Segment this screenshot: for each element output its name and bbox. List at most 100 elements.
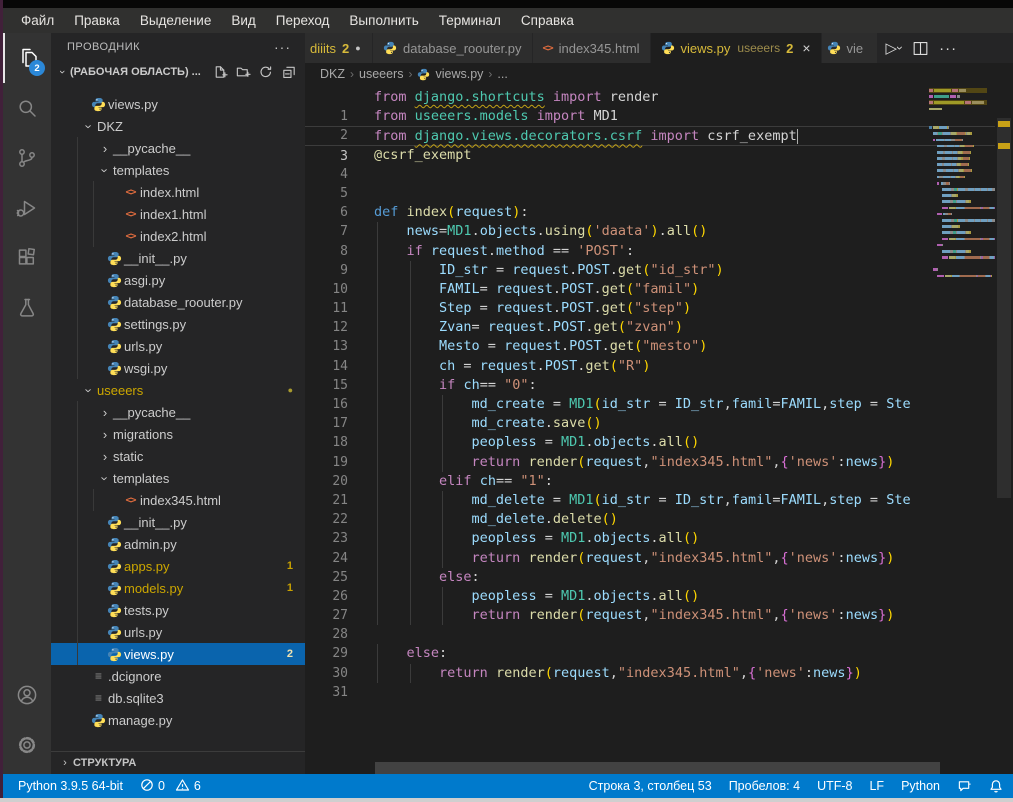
minimap[interactable] — [929, 85, 995, 774]
html-icon: <> — [121, 231, 140, 242]
new-file-icon[interactable] — [212, 64, 228, 80]
feedback-icon[interactable] — [957, 779, 972, 793]
encoding[interactable]: UTF-8 — [817, 779, 852, 793]
menu-item-Вид[interactable]: Вид — [221, 13, 265, 28]
menu-bar: ФайлПравкаВыделениеВидПереходВыполнитьТе… — [3, 8, 1013, 33]
tree-item-templates[interactable]: ›templates — [51, 159, 305, 181]
file-label: index1.html — [140, 207, 206, 222]
split-editor-button[interactable] — [911, 39, 930, 58]
breadcrumb-item-...[interactable]: ... — [497, 67, 507, 81]
tree-item-migrations[interactable]: ›migrations — [51, 423, 305, 445]
file-label: __init__.py — [124, 251, 187, 266]
tree-item-index345.html[interactable]: <>index345.html — [51, 489, 305, 511]
close-icon[interactable]: × — [802, 40, 810, 56]
tree-item-__init__.py[interactable]: __init__.py — [51, 511, 305, 533]
tree-item-index.html[interactable]: <>index.html — [51, 181, 305, 203]
vertical-scrollbar-thumb[interactable] — [997, 118, 1011, 498]
tree-item-apps.py[interactable]: apps.py1 — [51, 555, 305, 577]
chevron-down-icon: › — [97, 163, 113, 178]
more-actions-icon[interactable]: ··· — [939, 40, 957, 57]
problems-indicator[interactable]: 0 6 — [140, 778, 201, 795]
explorer-icon[interactable]: 2 — [3, 33, 53, 83]
testing-icon[interactable] — [3, 283, 51, 333]
cursor-position[interactable]: Строка 3, столбец 53 — [589, 779, 712, 793]
code-line-22: 22 md_delete = MD1(id_str = ID_str,famil… — [305, 491, 995, 510]
tree-item-DKZ[interactable]: ›DKZ — [51, 115, 305, 137]
code-editor[interactable]: 1 from django.shortcuts import render 2 … — [305, 85, 995, 774]
source-control-icon[interactable] — [3, 133, 51, 183]
tree-item-models.py[interactable]: models.py1 — [51, 577, 305, 599]
tree-item-tests.py[interactable]: tests.py — [51, 599, 305, 621]
refresh-icon[interactable] — [258, 64, 274, 80]
python-version[interactable]: Python 3.9.5 64-bit — [18, 779, 123, 793]
overview-warning-mark — [998, 143, 1010, 149]
menu-item-Файл[interactable]: Файл — [11, 13, 64, 28]
tree-item-__pycache__[interactable]: ›__pycache__ — [51, 137, 305, 159]
python-icon — [89, 97, 108, 112]
tree-item-static[interactable]: ›static — [51, 445, 305, 467]
run-python-button[interactable]: ▷› — [886, 39, 903, 57]
chevron-down-icon: › — [97, 471, 113, 486]
tree-item-views.py[interactable]: views.py2 — [51, 643, 305, 665]
code-line-13: 13 Zvan= request.POST.get("zvan") — [305, 318, 995, 337]
menu-item-Правка[interactable]: Правка — [64, 13, 130, 28]
tree-item-templates[interactable]: ›templates — [51, 467, 305, 489]
notifications-bell-icon[interactable] — [989, 779, 1003, 794]
run-debug-icon[interactable] — [3, 183, 51, 233]
file-tree: views.py›DKZ›__pycache__›templates<>inde… — [51, 93, 305, 731]
tree-item-__pycache__[interactable]: ›__pycache__ — [51, 401, 305, 423]
code-line-17: 17 md_create = MD1(id_str = ID_str,famil… — [305, 395, 995, 414]
file-label: __pycache__ — [113, 141, 190, 156]
tree-item-views.py[interactable]: views.py — [51, 93, 305, 115]
python-icon — [105, 603, 124, 618]
menu-item-Переход[interactable]: Переход — [266, 13, 340, 28]
file-label: models.py — [124, 581, 183, 596]
breadcrumb-item-views.py[interactable]: views.py — [417, 67, 483, 81]
tab-database-roouter[interactable]: database_roouter.py — [373, 33, 532, 63]
menu-item-Выполнить[interactable]: Выполнить — [339, 13, 428, 28]
tab-vie[interactable]: vie — [822, 33, 877, 63]
breadcrumb-item-useeers[interactable]: useeers — [359, 67, 403, 81]
outline-section-header[interactable]: › СТРУКТУРА — [51, 751, 305, 774]
tree-item-index1.html[interactable]: <>index1.html — [51, 203, 305, 225]
search-icon[interactable] — [3, 83, 51, 133]
workspace-section-header[interactable]: › (РАБОЧАЯ ОБЛАСТЬ) ... — [51, 60, 305, 84]
tab-index345[interactable]: <> index345.html — [533, 33, 650, 63]
file-icon: ≡ — [89, 691, 108, 705]
activity-bar: 2 — [3, 33, 51, 774]
breadcrumb-item-DKZ[interactable]: DKZ — [320, 67, 345, 81]
eol-selector[interactable]: LF — [869, 779, 884, 793]
menu-item-Выделение[interactable]: Выделение — [130, 13, 222, 28]
new-folder-icon[interactable] — [235, 64, 251, 80]
menu-item-Справка[interactable]: Справка — [511, 13, 584, 28]
tab-diiits[interactable]: diiits 2 ● — [305, 33, 372, 63]
extensions-icon[interactable] — [3, 233, 51, 283]
tree-item-db.sqlite3[interactable]: ≡db.sqlite3 — [51, 687, 305, 709]
file-label: templates — [113, 471, 169, 486]
file-label: useeers — [97, 383, 143, 398]
indentation[interactable]: Пробелов: 4 — [729, 779, 800, 793]
tree-item-database_roouter.py[interactable]: database_roouter.py — [51, 291, 305, 313]
settings-gear-icon[interactable] — [3, 720, 51, 770]
tree-item-settings.py[interactable]: settings.py — [51, 313, 305, 335]
explorer-toolbar — [212, 64, 297, 80]
vertical-scrollbar[interactable] — [995, 118, 1013, 774]
more-actions-icon[interactable]: ··· — [274, 39, 291, 55]
tree-item-admin.py[interactable]: admin.py — [51, 533, 305, 555]
tree-item-asgi.py[interactable]: asgi.py — [51, 269, 305, 291]
tree-item-manage.py[interactable]: manage.py — [51, 709, 305, 731]
horizontal-scrollbar-thumb[interactable] — [375, 762, 940, 774]
menu-item-Терминал[interactable]: Терминал — [429, 13, 511, 28]
account-icon[interactable] — [3, 670, 51, 720]
tab-views[interactable]: views.py useeers 2 × — [651, 33, 821, 63]
file-label: .dcignore — [108, 669, 161, 684]
tree-item-urls.py[interactable]: urls.py — [51, 335, 305, 357]
tree-item-urls.py[interactable]: urls.py — [51, 621, 305, 643]
tree-item-.dcignore[interactable]: ≡.dcignore — [51, 665, 305, 687]
collapse-all-icon[interactable] — [281, 64, 297, 80]
tree-item-useeers[interactable]: ›useeers● — [51, 379, 305, 401]
tree-item-wsgi.py[interactable]: wsgi.py — [51, 357, 305, 379]
tree-item-index2.html[interactable]: <>index2.html — [51, 225, 305, 247]
language-mode[interactable]: Python — [901, 779, 940, 793]
tree-item-__init__.py[interactable]: __init__.py — [51, 247, 305, 269]
